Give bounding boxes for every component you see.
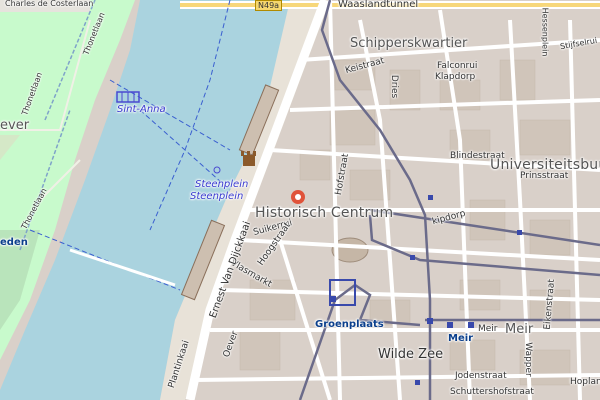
label-universiteitsbuurt: Universiteitsbuurt	[490, 157, 600, 173]
label-sint-anna: Sint-Anna	[117, 104, 166, 115]
label-meir-station: Meir	[448, 333, 474, 344]
label-charles: Charles de Costerlaan	[5, 0, 94, 8]
label-meir-street-1: Meir	[478, 324, 498, 334]
label-eden: eden	[0, 237, 28, 248]
label-meir-street-2: Meir	[505, 322, 534, 337]
label-hessenplein: Hessenplein	[540, 7, 550, 57]
map-view[interactable]: Charles de Costerlaan Thonetlaan Thonetl…	[0, 0, 600, 400]
label-dries: Dries	[389, 74, 400, 99]
map-canvas[interactable]	[0, 0, 600, 400]
label-ever: ever	[0, 118, 30, 133]
label-klapdorp: Klapdorp	[435, 72, 476, 82]
label-groenplaats: Groenplaats	[315, 319, 384, 330]
label-historisch-centrum: Historisch Centrum	[255, 205, 394, 221]
label-steenplein-2: Steenplein	[190, 191, 244, 202]
label-waaslandtunnel: Waaslandtunnel	[338, 0, 419, 10]
label-steenplein-1: Steenplein	[195, 179, 249, 190]
road-shield-n49a: N49a	[255, 0, 283, 11]
label-prinsstraat: Prinsstraat	[520, 171, 569, 181]
label-falconrui: Falconrui	[437, 61, 478, 71]
label-schuttershofstraat: Schuttershofstraat	[450, 387, 534, 397]
label-wapper: Wapper	[522, 342, 533, 377]
label-hoplan: Hoplan	[570, 377, 600, 387]
location-marker-icon	[291, 190, 305, 204]
label-wilde-zee: Wilde Zee	[378, 347, 444, 362]
label-jodenstraat: Jodenstraat	[455, 371, 507, 381]
castle-icon	[241, 151, 256, 166]
label-schipperskwartier: Schipperskwartier	[350, 36, 468, 51]
